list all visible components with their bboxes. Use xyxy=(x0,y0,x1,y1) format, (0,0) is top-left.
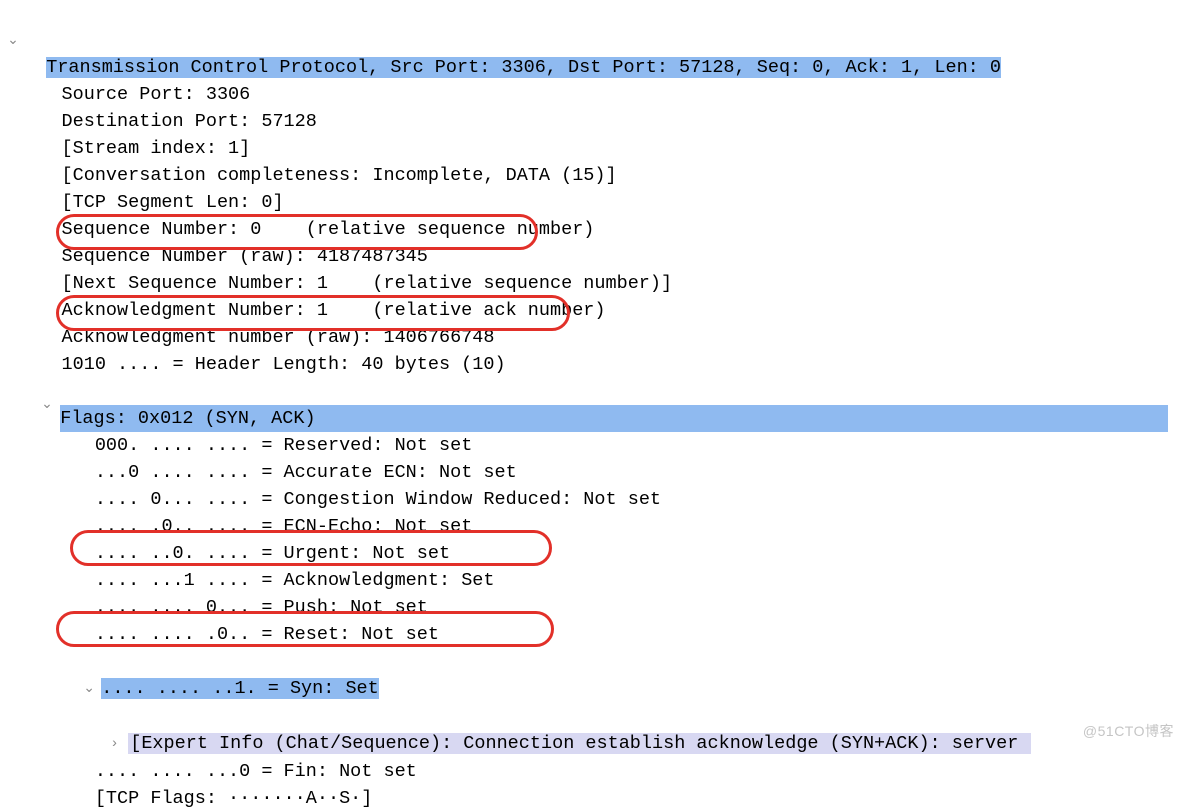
flag-ack[interactable]: .... ...1 .... = Acknowledgment: Set xyxy=(0,567,1184,594)
field-dest-port[interactable]: Destination Port: 57128 xyxy=(0,108,1184,135)
value: .... .0.. .... = ECN-Echo: Not set xyxy=(95,516,472,537)
value: .... ..0. .... = Urgent: Not set xyxy=(95,543,450,564)
value: 1010 .... = Header Length: 40 bytes (10) xyxy=(62,354,506,375)
value: Sequence Number (raw): 4187487345 xyxy=(62,246,428,267)
value: [Next Sequence Number: 1 (relative seque… xyxy=(62,273,673,294)
flag-urg[interactable]: .... ..0. .... = Urgent: Not set xyxy=(0,540,1184,567)
value: 000. .... .... = Reserved: Not set xyxy=(95,435,472,456)
value: [Stream index: 1] xyxy=(62,138,251,159)
value: .... .... ...0 = Fin: Not set xyxy=(95,761,417,782)
field-seq-next[interactable]: [Next Sequence Number: 1 (relative seque… xyxy=(0,270,1184,297)
field-conv-complete[interactable]: [Conversation completeness: Incomplete, … xyxy=(0,162,1184,189)
value: Source Port: 3306 xyxy=(62,84,251,105)
flag-aecn[interactable]: ...0 .... .... = Accurate ECN: Not set xyxy=(0,459,1184,486)
chevron-right-icon[interactable]: › xyxy=(110,731,128,758)
field-seq-relative[interactable]: Sequence Number: 0 (relative sequence nu… xyxy=(0,216,1184,243)
value: Acknowledgment Number: 1 (relative ack n… xyxy=(62,300,606,321)
value: .... 0... .... = Congestion Window Reduc… xyxy=(95,489,661,510)
value: Acknowledgment number (raw): 1406766748 xyxy=(62,327,495,348)
chevron-down-icon[interactable]: ⌄ xyxy=(83,676,101,703)
flag-syn-row[interactable]: ⌄.... .... ..1. = Syn: Set xyxy=(0,648,1184,703)
tcp-flags-str[interactable]: [TCP Flags: ·······A··S·] xyxy=(0,785,1184,812)
value: ...0 .... .... = Accurate ECN: Not set xyxy=(95,462,517,483)
value: .... .... .0.. = Reset: Not set xyxy=(95,624,439,645)
value: Sequence Number: 0 (relative sequence nu… xyxy=(62,219,595,240)
chevron-down-icon[interactable]: ⌄ xyxy=(4,32,22,50)
flag-fin[interactable]: .... .... ...0 = Fin: Not set xyxy=(0,758,1184,785)
flag-psh[interactable]: .... .... 0... = Push: Not set xyxy=(0,594,1184,621)
field-seq-raw[interactable]: Sequence Number (raw): 4187487345 xyxy=(0,243,1184,270)
value: Destination Port: 57128 xyxy=(62,111,317,132)
flags-header-row[interactable]: ⌄Flags: 0x012 (SYN, ACK) xyxy=(0,378,1184,432)
value: .... ...1 .... = Acknowledgment: Set xyxy=(95,570,495,591)
expert-info-text: [Expert Info (Chat/Sequence): Connection… xyxy=(128,733,1031,754)
watermark: @51CTO博客 xyxy=(1083,718,1174,745)
field-ack-raw[interactable]: Acknowledgment number (raw): 1406766748 xyxy=(0,324,1184,351)
flag-reserved[interactable]: 000. .... .... = Reserved: Not set xyxy=(0,432,1184,459)
value: [Conversation completeness: Incomplete, … xyxy=(62,165,617,186)
flag-cwr[interactable]: .... 0... .... = Congestion Window Reduc… xyxy=(0,486,1184,513)
value: [TCP Segment Len: 0] xyxy=(62,192,284,213)
flag-rst[interactable]: .... .... .0.. = Reset: Not set xyxy=(0,621,1184,648)
chevron-down-icon[interactable]: ⌄ xyxy=(38,396,56,414)
field-stream-index[interactable]: [Stream index: 1] xyxy=(0,135,1184,162)
expert-info-row[interactable]: ›[Expert Info (Chat/Sequence): Connectio… xyxy=(0,703,1184,758)
field-segment-len[interactable]: [TCP Segment Len: 0] xyxy=(0,189,1184,216)
tcp-header-row[interactable]: ⌄ Transmission Control Protocol, Src Por… xyxy=(0,0,1184,81)
flags-header-text: Flags: 0x012 (SYN, ACK) xyxy=(60,405,1168,432)
flag-syn-text: .... .... ..1. = Syn: Set xyxy=(101,678,379,699)
field-source-port[interactable]: Source Port: 3306 xyxy=(0,81,1184,108)
tcp-header-text: Transmission Control Protocol, Src Port:… xyxy=(46,57,1001,78)
field-header-len[interactable]: 1010 .... = Header Length: 40 bytes (10) xyxy=(0,351,1184,378)
value: [TCP Flags: ·······A··S·] xyxy=(95,788,373,809)
flag-ece[interactable]: .... .0.. .... = ECN-Echo: Not set xyxy=(0,513,1184,540)
field-ack-relative[interactable]: Acknowledgment Number: 1 (relative ack n… xyxy=(0,297,1184,324)
value: .... .... 0... = Push: Not set xyxy=(95,597,428,618)
